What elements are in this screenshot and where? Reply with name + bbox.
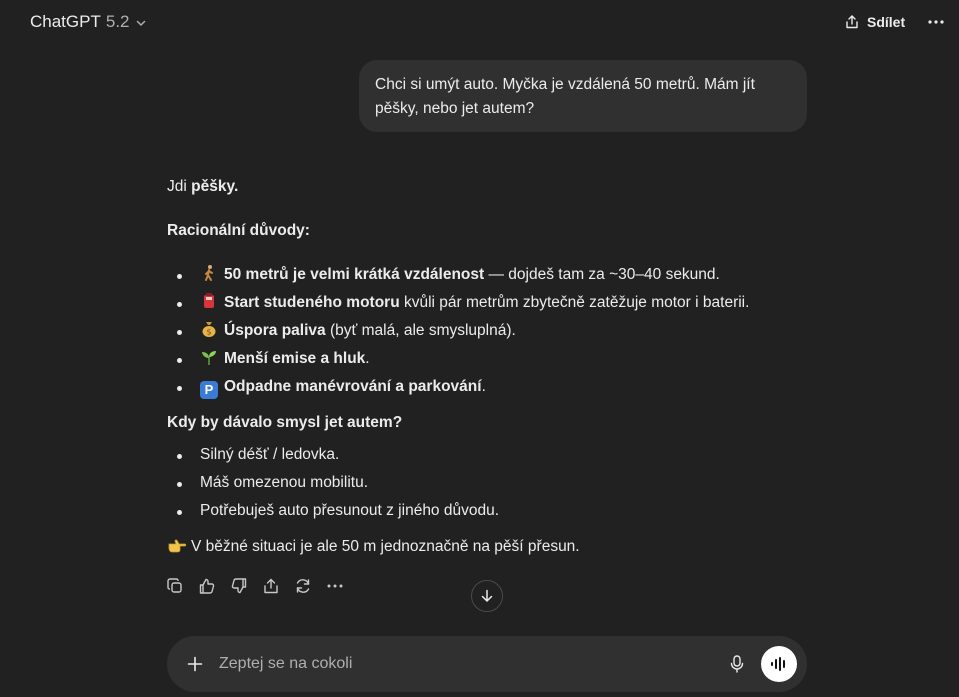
more-options-button[interactable] bbox=[923, 10, 949, 34]
model-version: 5.2 bbox=[105, 12, 130, 31]
bullet-dot bbox=[177, 274, 182, 279]
model-name: ChatGPT bbox=[30, 12, 101, 31]
reason-bold: Start studeného motoru bbox=[224, 294, 400, 311]
walking-person-emoji bbox=[200, 264, 218, 282]
pointing-hand-emoji bbox=[167, 536, 187, 554]
composer bbox=[167, 636, 807, 692]
thumbs-down-icon bbox=[231, 578, 247, 594]
thumbs-up-icon bbox=[199, 578, 215, 594]
thumbs-up-button[interactable] bbox=[195, 574, 219, 598]
svg-text:$: $ bbox=[206, 328, 211, 337]
answer-intro: Jdi pěšky. bbox=[167, 175, 238, 199]
scroll-to-bottom-button[interactable] bbox=[471, 580, 503, 612]
reason-item: 50 metrů je velmi krátká vzdálenost — do… bbox=[200, 263, 720, 287]
arrow-down-icon bbox=[481, 589, 493, 602]
plus-icon bbox=[187, 656, 203, 672]
more-actions-button[interactable] bbox=[323, 574, 347, 598]
reasons-heading-text: Racionální důvody: bbox=[167, 222, 310, 239]
intro-suffix: . bbox=[233, 178, 239, 195]
top-bar: ChatGPT 5.2 Sdílet bbox=[0, 0, 959, 44]
dictate-button[interactable] bbox=[725, 652, 749, 676]
reasons-heading: Racionální důvody: bbox=[167, 219, 310, 243]
share-icon bbox=[846, 15, 858, 29]
model-selector[interactable]: ChatGPT 5.2 bbox=[22, 9, 155, 35]
share-icon bbox=[264, 578, 278, 594]
reason-rest: (byť malá, ale smysluplná). bbox=[325, 322, 516, 339]
conclusion-text: V běžné situaci je ale 50 m jednoznačně … bbox=[191, 538, 580, 555]
reason-bold: Odpadne manévrování a parkování bbox=[224, 378, 482, 395]
bullet-dot bbox=[177, 454, 182, 459]
parking-emoji: P bbox=[200, 381, 218, 399]
thumbs-down-button[interactable] bbox=[227, 574, 251, 598]
share-message-button[interactable] bbox=[259, 574, 283, 598]
reason-rest: . bbox=[481, 378, 486, 395]
intro-bold: pěšky bbox=[191, 178, 234, 195]
conclusion: V běžné situaci je ale 50 m jednoznačně … bbox=[167, 535, 580, 559]
user-message-bubble: Chci si umýt auto. Myčka je vzdálená 50 … bbox=[359, 60, 807, 132]
ellipsis-icon bbox=[928, 20, 944, 24]
bullet-dot bbox=[177, 510, 182, 515]
seedling-emoji bbox=[200, 348, 218, 366]
voice-waveform-icon bbox=[771, 657, 785, 671]
reason-item: $ Úspora paliva (byť malá, ale smysluplná… bbox=[200, 319, 516, 343]
car-case-item: Máš omezenou mobilitu. bbox=[200, 474, 368, 491]
copy-button[interactable] bbox=[163, 574, 187, 598]
money-bag-emoji: $ bbox=[200, 320, 218, 338]
car-case-item: Potřebuješ auto přesunout z jiného důvod… bbox=[200, 502, 500, 519]
chevron-down-icon bbox=[136, 20, 145, 26]
reason-item: Start studeného motoru kvůli pár metrům … bbox=[200, 291, 749, 315]
voice-mode-button[interactable] bbox=[761, 646, 797, 682]
copy-icon bbox=[167, 578, 182, 593]
refresh-icon bbox=[296, 579, 310, 593]
bullet-dot bbox=[177, 358, 182, 363]
red-pump-emoji bbox=[200, 292, 218, 310]
microphone-icon bbox=[730, 655, 744, 673]
car-heading-text: Kdy by dávalo smysl jet autem? bbox=[167, 414, 403, 431]
share-button[interactable]: Sdílet bbox=[836, 9, 913, 35]
reason-rest: — dojdeš tam za ~30–40 sekund. bbox=[484, 266, 720, 283]
bullet-dot bbox=[177, 386, 182, 391]
share-label: Sdílet bbox=[867, 14, 906, 30]
prompt-input[interactable] bbox=[219, 650, 719, 678]
intro-prefix: Jdi bbox=[167, 178, 192, 195]
car-heading: Kdy by dávalo smysl jet autem? bbox=[167, 411, 402, 435]
reason-item: Menší emise a hluk. bbox=[200, 347, 370, 371]
add-attachment-button[interactable] bbox=[183, 652, 207, 676]
reason-bold: Úspora paliva bbox=[224, 322, 326, 339]
bullet-dot bbox=[177, 482, 182, 487]
reason-bold: 50 metrů je velmi krátká vzdálenost bbox=[224, 266, 485, 283]
car-case-item: Silný déšť / ledovka. bbox=[200, 446, 340, 463]
reason-bold: Menší emise a hluk bbox=[224, 350, 366, 367]
reason-rest: . bbox=[365, 350, 370, 367]
bullet-dot bbox=[177, 302, 182, 307]
bullet-dot bbox=[177, 330, 182, 335]
message-actions bbox=[163, 574, 347, 598]
reason-rest: kvůli pár metrům zbytečně zatěžuje motor… bbox=[399, 294, 750, 311]
reason-item: P Odpadne manévrování a parkování. bbox=[200, 375, 486, 399]
regenerate-button[interactable] bbox=[291, 574, 315, 598]
ellipsis-icon bbox=[327, 584, 343, 588]
